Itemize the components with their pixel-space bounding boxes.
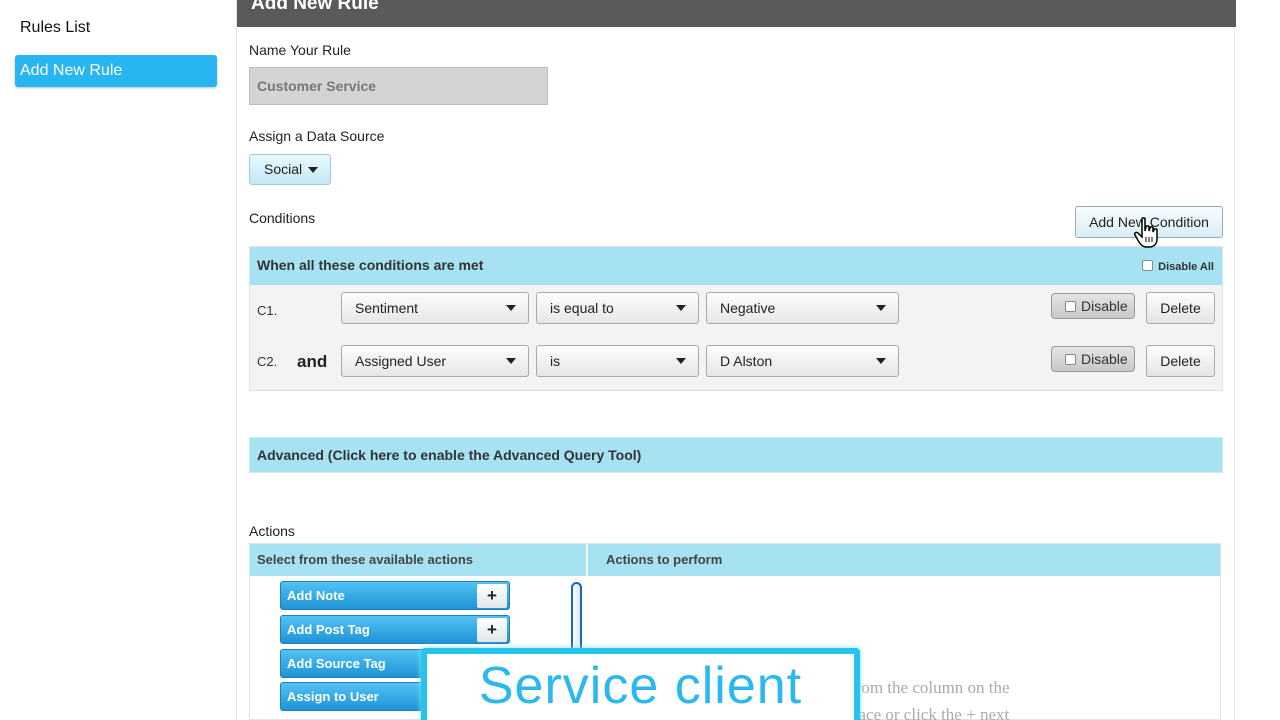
condition-operator-value: is	[550, 353, 561, 369]
condition-id: C2.	[257, 354, 278, 369]
condition-connector: and	[297, 352, 328, 371]
condition-operator-value: is equal to	[550, 300, 614, 316]
sidebar-item-rules-list[interactable]: Rules List	[15, 12, 217, 44]
caret-down-icon	[506, 305, 516, 311]
disable-all-label: Disable All	[1158, 261, 1214, 273]
condition-delete-button[interactable]: Delete	[1146, 292, 1215, 324]
page-header: Add New Rule	[237, 0, 1236, 27]
main-panel: Add New Rule Name Your Rule Customer Ser…	[236, 0, 1236, 720]
conditions-label: Conditions	[249, 210, 316, 226]
caret-down-icon	[876, 305, 886, 311]
hand-pointer-icon	[1134, 217, 1158, 248]
video-caption: Service client	[421, 648, 860, 720]
rule-name-input[interactable]: Customer Service	[249, 67, 548, 105]
disable-checkbox[interactable]	[1065, 301, 1076, 312]
conditions-panel: When all these conditions are met Disabl…	[249, 246, 1223, 391]
condition-field-value: Sentiment	[355, 300, 419, 316]
condition-operator-select[interactable]: is	[536, 345, 699, 377]
condition-disable-button[interactable]: Disable	[1051, 346, 1135, 372]
sidebar: Rules List Add New Rule	[0, 0, 235, 720]
condition-field-value: Assigned User	[355, 353, 447, 369]
action-item-add-post-tag[interactable]: Add Post Tag +	[280, 615, 510, 644]
advanced-query-toggle[interactable]: Advanced (Click here to enable the Advan…	[249, 437, 1223, 473]
caption-text: Service client	[478, 657, 803, 715]
condition-value-select[interactable]: Negative	[706, 292, 899, 324]
condition-disable-button[interactable]: Disable	[1051, 293, 1135, 319]
action-item-label: Add Note	[287, 588, 345, 603]
plus-icon[interactable]: +	[477, 584, 507, 608]
sidebar-item-add-new-rule[interactable]: Add New Rule	[15, 55, 217, 87]
page-title: Add New Rule	[251, 0, 379, 14]
data-source-select[interactable]: Social	[249, 154, 331, 185]
column-divider	[586, 544, 588, 576]
disable-all-checkbox[interactable]	[1142, 260, 1154, 271]
action-item-label: Add Source Tag	[287, 656, 386, 671]
conditions-header: When all these conditions are met Disabl…	[250, 247, 1222, 285]
caret-down-icon	[506, 358, 516, 364]
condition-value-value: D Alston	[720, 353, 773, 369]
condition-value-value: Negative	[720, 300, 776, 316]
action-item-label: Add Post Tag	[287, 622, 370, 637]
rule-name-label: Name Your Rule	[249, 42, 351, 58]
caret-down-icon	[676, 358, 686, 364]
action-item-label: Assign to User	[287, 689, 379, 704]
actions-to-perform-header: Actions to perform	[606, 552, 723, 567]
disable-label: Disable	[1081, 351, 1128, 367]
actions-header: Select from these available actions Acti…	[250, 544, 1220, 576]
actions-hint-line1: from the column on the	[850, 678, 1010, 697]
data-source-label: Assign a Data Source	[249, 128, 385, 144]
plus-icon[interactable]: +	[477, 618, 507, 642]
condition-field-select[interactable]: Sentiment	[341, 292, 529, 324]
condition-field-select[interactable]: Assigned User	[341, 345, 529, 377]
action-item-add-note[interactable]: Add Note +	[280, 581, 510, 610]
condition-operator-select[interactable]: is equal to	[536, 292, 699, 324]
available-actions-header: Select from these available actions	[257, 552, 474, 567]
condition-id: C1.	[257, 303, 278, 318]
actions-hint-line2: pace or click the + next	[850, 705, 1010, 720]
disable-all-toggle[interactable]: Disable All	[1142, 260, 1214, 273]
actions-label: Actions	[249, 523, 295, 539]
disable-checkbox[interactable]	[1065, 354, 1076, 365]
condition-delete-button[interactable]: Delete	[1146, 345, 1215, 377]
caret-down-icon	[676, 305, 686, 311]
conditions-header-text: When all these conditions are met	[257, 257, 484, 273]
caret-down-icon	[308, 167, 318, 173]
condition-value-select[interactable]: D Alston	[706, 345, 899, 377]
data-source-value: Social	[264, 161, 303, 177]
caret-down-icon	[876, 358, 886, 364]
disable-label: Disable	[1081, 298, 1128, 314]
